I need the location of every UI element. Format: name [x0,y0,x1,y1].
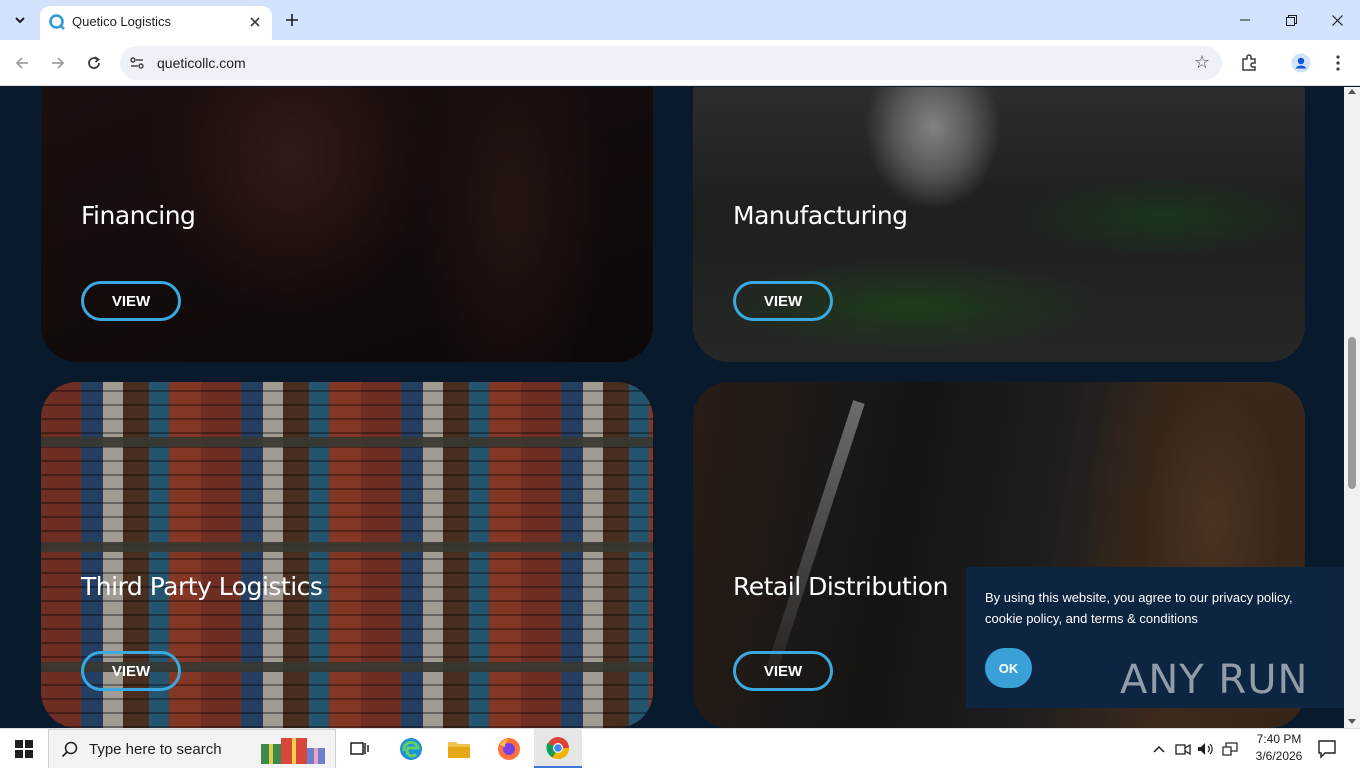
taskbar-edge[interactable] [387,729,435,768]
extensions-icon[interactable] [1236,50,1262,76]
show-hidden-icons-chevron-up-icon[interactable] [1150,740,1168,758]
url-text: queticollc.com [157,55,246,71]
arrow-right-icon [52,57,65,69]
card-title: Retail Distribution [733,572,948,601]
task-view-icon [350,742,369,755]
task-view-button[interactable] [336,729,384,768]
edge-icon [400,738,422,760]
card-title: Third Party Logistics [81,572,323,601]
close-window-button[interactable] [1314,0,1360,40]
person-icon [1291,53,1311,73]
profile-avatar[interactable] [1288,50,1314,76]
puzzle-icon [1242,54,1256,71]
tab-close-button[interactable] [244,11,266,33]
search-placeholder: Type here to search [89,741,222,758]
tab-search-button[interactable] [8,8,32,32]
restore-button[interactable] [1268,0,1314,40]
cookie-ok-button[interactable]: OK [985,648,1032,688]
back-button[interactable] [8,49,36,77]
notification-center-icon[interactable] [1316,738,1338,760]
watermark-text: ANY RUN [1120,657,1309,703]
minimize-icon [1240,19,1250,21]
search-icon [61,741,78,758]
browser-toolbar: queticollc.com ☆ [0,40,1360,86]
bookmark-star-icon[interactable]: ☆ [1194,52,1210,73]
firefox-icon [498,738,520,760]
taskbar-file-explorer[interactable] [435,729,483,768]
scroll-thumb[interactable] [1348,337,1356,489]
tab-strip: Quetico Logistics [0,0,1360,40]
tab-title: Quetico Logistics [72,14,171,29]
reload-icon [88,56,100,69]
close-icon [250,17,260,27]
start-button[interactable] [0,729,48,768]
chrome-icon [546,736,569,759]
view-button-manufacturing[interactable]: VIEW [733,281,833,321]
card-title: Manufacturing [733,201,908,230]
page-content: Financing VIEW Manufacturing VIEW Third … [0,87,1344,728]
restore-icon [1285,14,1297,26]
quetico-favicon-icon [49,14,65,30]
arrow-left-icon [15,57,28,69]
reload-button[interactable] [80,49,108,77]
meet-now-icon[interactable] [1174,740,1192,758]
windows-logo-icon [15,740,33,758]
service-card-financing: Financing VIEW [41,87,653,362]
site-info-icon [130,57,144,69]
service-card-third-party-logistics: Third Party Logistics VIEW [41,382,653,728]
windows-taskbar: Type here to search 7:40 PM 3/6/2026 [0,728,1360,768]
screen: Quetico Logistics queticollc.com ☆ Finan… [0,0,1360,768]
close-icon [1331,14,1343,26]
card-title: Financing [81,201,196,230]
plus-icon [286,14,298,26]
folder-icon [448,742,470,758]
kebab-menu-icon [1336,55,1340,71]
minimize-button[interactable] [1222,0,1268,40]
network-icon[interactable] [1221,740,1239,758]
service-card-manufacturing: Manufacturing VIEW [693,87,1305,362]
taskbar-firefox[interactable] [485,729,533,768]
browser-tab[interactable]: Quetico Logistics [40,6,272,40]
clock-time[interactable]: 7:40 PM [1240,732,1318,746]
browser-menu-button[interactable] [1325,50,1351,76]
taskbar-chrome[interactable] [534,729,582,768]
new-tab-button[interactable] [280,8,304,32]
cookie-text: By using this website, you agree to our … [985,590,1293,626]
chevron-down-icon [15,17,25,24]
gift-boxes-icon [261,738,325,764]
taskbar-search-box[interactable]: Type here to search [48,729,336,768]
address-bar[interactable]: queticollc.com ☆ [120,46,1222,80]
view-button-retail-distribution[interactable]: VIEW [733,651,833,691]
volume-icon[interactable] [1197,740,1215,758]
clock-date[interactable]: 3/6/2026 [1240,749,1318,763]
view-button-financing[interactable]: VIEW [81,281,181,321]
anyrun-watermark: ANY RUN [1120,657,1308,703]
scroll-down-arrow-icon[interactable] [1348,719,1356,724]
scroll-up-arrow-icon[interactable] [1348,89,1356,94]
forward-button[interactable] [44,49,72,77]
view-button-third-party-logistics[interactable]: VIEW [81,651,181,691]
page-scrollbar[interactable] [1344,87,1360,728]
